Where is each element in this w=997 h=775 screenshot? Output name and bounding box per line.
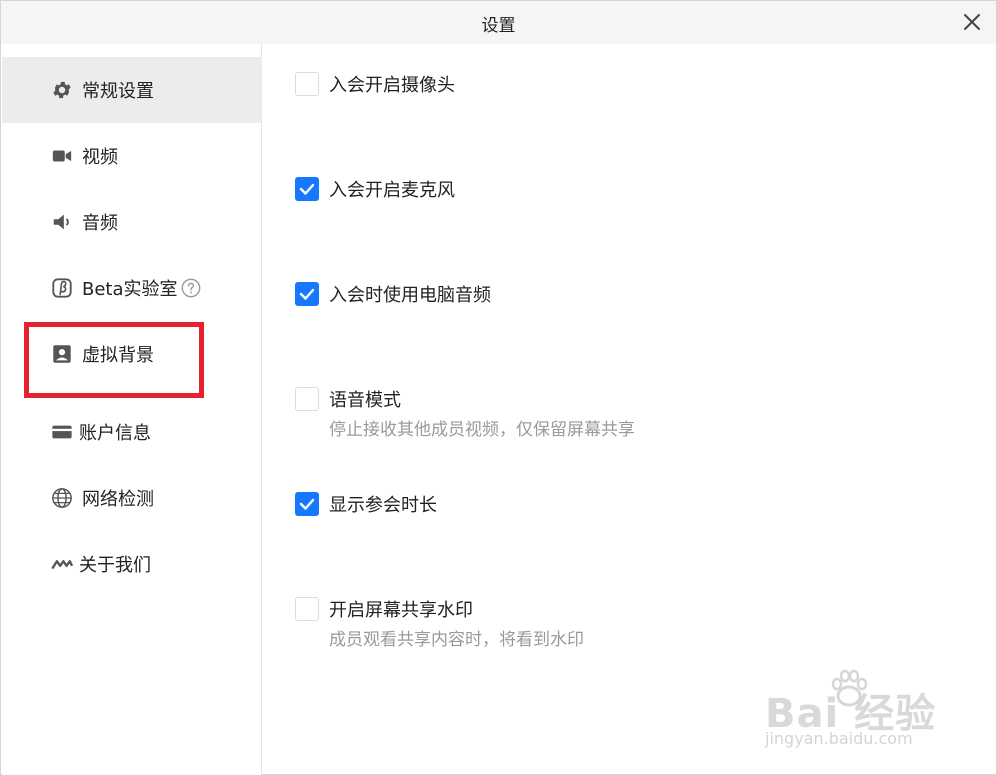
- sidebar-item-label: 常规设置: [82, 81, 154, 102]
- sidebar-item-account[interactable]: 账户信息: [2, 399, 262, 465]
- gear-icon: [50, 78, 74, 102]
- option-label: 语音模式: [329, 390, 401, 411]
- settings-window: 设置 常规设置 视频 音频 Beta实验室 虚拟背景 账户信息 网络检测 关于我…: [0, 0, 997, 775]
- option-label: 入会开启麦克风: [329, 180, 455, 201]
- help-circle-icon[interactable]: [180, 277, 202, 299]
- sidebar: 常规设置 视频 音频 Beta实验室 虚拟背景 账户信息 网络检测 关于我们: [2, 44, 262, 775]
- logo-wave-icon: [50, 552, 74, 576]
- checkbox[interactable]: [295, 282, 319, 306]
- close-icon: [964, 14, 980, 30]
- sidebar-item-label: 关于我们: [79, 555, 151, 576]
- settings-content: 入会开启摄像头 入会开启麦克风 入会时使用电脑音频 语音模式 停止接收其他成员视…: [263, 44, 996, 775]
- sidebar-item-label: 视频: [82, 147, 118, 168]
- option-label: 入会开启摄像头: [329, 75, 455, 96]
- sidebar-item-video[interactable]: 视频: [2, 123, 262, 189]
- checkmark-icon: [299, 498, 315, 510]
- sidebar-item-beta-lab[interactable]: Beta实验室: [2, 255, 262, 321]
- option-label: 显示参会时长: [329, 495, 437, 516]
- option-label: 入会时使用电脑音频: [329, 285, 491, 306]
- title-bar: 设置: [1, 1, 996, 44]
- sidebar-item-general[interactable]: 常规设置: [2, 57, 262, 123]
- speaker-icon: [50, 210, 74, 234]
- checkbox[interactable]: [295, 492, 319, 516]
- beta-icon: [50, 276, 74, 300]
- sidebar-item-network-check[interactable]: 网络检测: [2, 465, 262, 531]
- person-portrait-icon: [50, 342, 74, 366]
- sidebar-item-label: 账户信息: [79, 423, 151, 444]
- option-label: 开启屏幕共享水印: [329, 600, 473, 621]
- checkmark-icon: [299, 183, 315, 195]
- sidebar-item-about[interactable]: 关于我们: [2, 531, 262, 597]
- checkbox[interactable]: [295, 72, 319, 96]
- card-icon: [50, 420, 74, 444]
- sidebar-item-label: 音频: [82, 213, 118, 234]
- option-description: 停止接收其他成员视频，仅保留屏幕共享: [329, 420, 635, 440]
- sidebar-item-label: Beta实验室: [82, 279, 178, 300]
- window-title: 设置: [481, 16, 516, 36]
- globe-icon: [50, 486, 74, 510]
- video-camera-icon: [50, 144, 74, 168]
- close-button[interactable]: [960, 10, 984, 34]
- sidebar-item-virtual-background[interactable]: 虚拟背景: [2, 321, 262, 387]
- checkbox[interactable]: [295, 387, 319, 411]
- sidebar-item-label: 网络检测: [82, 489, 154, 510]
- checkbox[interactable]: [295, 597, 319, 621]
- option-description: 成员观看共享内容时，将看到水印: [329, 630, 584, 650]
- sidebar-item-audio[interactable]: 音频: [2, 189, 262, 255]
- checkmark-icon: [299, 288, 315, 300]
- sidebar-item-label: 虚拟背景: [82, 345, 154, 366]
- checkbox[interactable]: [295, 177, 319, 201]
